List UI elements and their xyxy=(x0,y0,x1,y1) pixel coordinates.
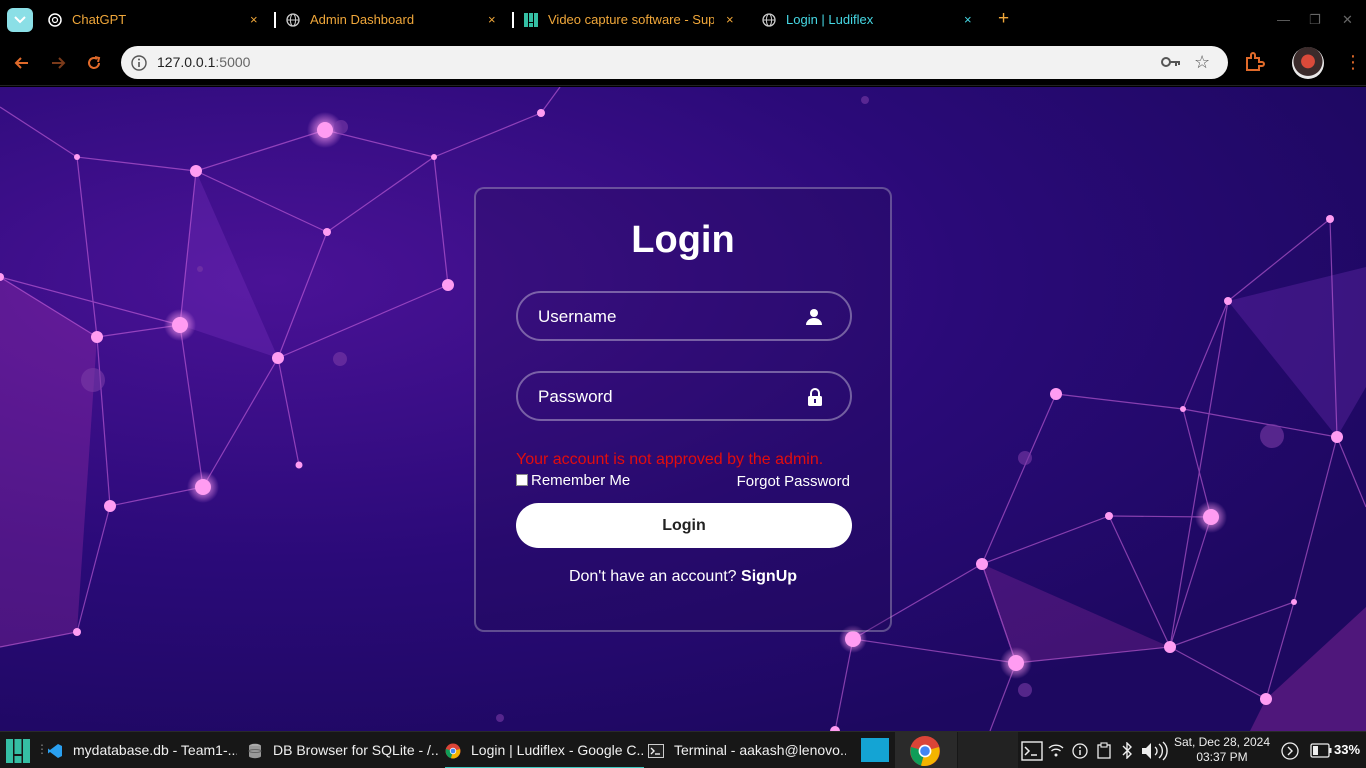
chrome-icon xyxy=(445,743,461,759)
tab-label: ChatGPT xyxy=(72,12,127,27)
username-input[interactable]: Username xyxy=(516,291,852,341)
chrome-launcher[interactable] xyxy=(895,732,957,768)
chrome-icon xyxy=(910,736,940,767)
remember-label: Remember Me xyxy=(531,472,631,489)
error-message: Your account is not approved by the admi… xyxy=(516,451,824,468)
back-arrow-icon[interactable] xyxy=(12,53,32,73)
chatgpt-icon xyxy=(48,13,62,27)
username-placeholder: Username xyxy=(538,307,617,326)
taskbar-empty-slot[interactable] xyxy=(958,732,1018,768)
url-port: :5000 xyxy=(215,54,251,70)
tab-close-button[interactable]: × xyxy=(250,6,258,34)
globe-icon xyxy=(762,13,776,27)
url-host: 127.0.0.1 xyxy=(157,54,216,70)
taskbar: ⋮ mydatabase.db - Team1-... DB Browser f… xyxy=(0,731,1366,768)
restore-button[interactable]: ❐ xyxy=(1309,12,1321,28)
url-text: 127.0.0.1:5000 xyxy=(157,54,250,70)
bookmark-star-icon[interactable]: ☆ xyxy=(1194,52,1210,73)
tab-label: Video capture software - Sup xyxy=(548,12,714,27)
clock-time: 03:37 PM xyxy=(1196,750,1248,764)
taskbar-app-label: DB Browser for SQLite - /... xyxy=(273,742,439,758)
manjaro-icon xyxy=(524,13,538,27)
remember-me[interactable]: Remember Me xyxy=(516,472,630,489)
terminal-icon xyxy=(648,744,664,758)
new-tab-button[interactable]: + xyxy=(998,9,1009,29)
battery-percent: 33% xyxy=(1334,742,1361,757)
terminal-tray-icon[interactable] xyxy=(1021,741,1043,761)
address-bar[interactable]: 127.0.0.1:5000 ☆ xyxy=(121,46,1228,79)
clock-date: Sat, Dec 28, 2024 xyxy=(1173,735,1271,749)
taskbar-app-label: Login | Ludiflex - Google C... xyxy=(471,742,644,758)
signup-prompt: Don't have an account? xyxy=(568,568,737,585)
profile-avatar[interactable] xyxy=(1292,47,1324,79)
password-placeholder: Password xyxy=(538,387,613,406)
database-icon xyxy=(248,743,262,759)
tab-video-capture[interactable]: Video capture software - Sup × xyxy=(524,6,742,34)
tab-label: Admin Dashboard xyxy=(310,12,415,27)
login-button[interactable]: Login xyxy=(516,503,852,548)
taskbar-terminal[interactable]: Terminal - aakash@lenovo... xyxy=(648,732,846,768)
wifi-icon[interactable] xyxy=(1048,743,1064,757)
tab-login-ludiflex[interactable]: Login | Ludiflex × xyxy=(762,6,980,34)
user-icon xyxy=(806,309,822,325)
info-icon[interactable] xyxy=(1072,743,1088,759)
signup-line: Don't have an account? SignUp xyxy=(476,568,890,586)
clipboard-icon[interactable] xyxy=(1097,742,1111,759)
remember-checkbox[interactable] xyxy=(516,474,528,486)
desktop-launcher-icon[interactable] xyxy=(861,738,889,762)
globe-icon xyxy=(286,13,300,27)
site-info-icon[interactable] xyxy=(131,55,147,71)
taskbar-vscode[interactable]: mydatabase.db - Team1-... xyxy=(47,732,237,768)
tab-close-button[interactable]: × xyxy=(488,6,496,34)
taskbar-app-label: Terminal - aakash@lenovo... xyxy=(674,742,846,758)
chevron-right-circle-icon[interactable] xyxy=(1281,742,1299,760)
vscode-icon xyxy=(48,744,62,758)
lock-icon xyxy=(808,388,822,406)
forgot-password-link[interactable]: Forgot Password xyxy=(737,473,850,490)
tab-close-button[interactable]: × xyxy=(726,6,734,34)
taskbar-db-browser[interactable]: DB Browser for SQLite - /... xyxy=(247,732,439,768)
page-content: Login Username Password Your account is … xyxy=(0,87,1366,731)
key-icon[interactable] xyxy=(1161,55,1181,69)
minimize-button[interactable]: — xyxy=(1277,12,1290,27)
volume-icon[interactable] xyxy=(1140,741,1170,761)
tab-search-button[interactable] xyxy=(7,8,33,32)
tab-separator xyxy=(274,12,276,28)
manjaro-menu-icon[interactable] xyxy=(6,739,30,763)
tab-separator xyxy=(512,12,514,28)
tab-close-button[interactable]: × xyxy=(964,6,972,34)
browser-menu-icon[interactable]: ⋮ xyxy=(1344,52,1362,73)
forward-arrow-icon[interactable] xyxy=(48,53,68,73)
browser-toolbar: 127.0.0.1:5000 ☆ ⋮ xyxy=(0,40,1366,86)
login-title: Login xyxy=(631,219,735,261)
signup-link[interactable]: SignUp xyxy=(741,568,797,585)
tab-chatgpt[interactable]: ChatGPT × xyxy=(48,6,266,34)
clock[interactable]: Sat, Dec 28, 2024 03:37 PM xyxy=(1172,735,1272,765)
taskbar-app-label: mydatabase.db - Team1-... xyxy=(73,742,237,758)
bluetooth-icon[interactable] xyxy=(1121,742,1133,759)
close-window-button[interactable]: ✕ xyxy=(1342,12,1353,28)
password-input[interactable]: Password xyxy=(516,371,852,421)
tab-admin-dashboard[interactable]: Admin Dashboard × xyxy=(286,6,504,34)
reload-icon[interactable] xyxy=(84,53,104,73)
login-card: Login Username Password Your account is … xyxy=(474,187,892,632)
chevron-down-icon xyxy=(14,16,26,24)
tab-label: Login | Ludiflex xyxy=(786,12,874,27)
battery-icon[interactable] xyxy=(1310,743,1332,758)
taskbar-chrome-window[interactable]: Login | Ludiflex - Google C... xyxy=(445,732,644,768)
extensions-puzzle-icon[interactable] xyxy=(1243,51,1265,73)
tab-strip: ChatGPT × Admin Dashboard × Video captur… xyxy=(0,0,1366,40)
